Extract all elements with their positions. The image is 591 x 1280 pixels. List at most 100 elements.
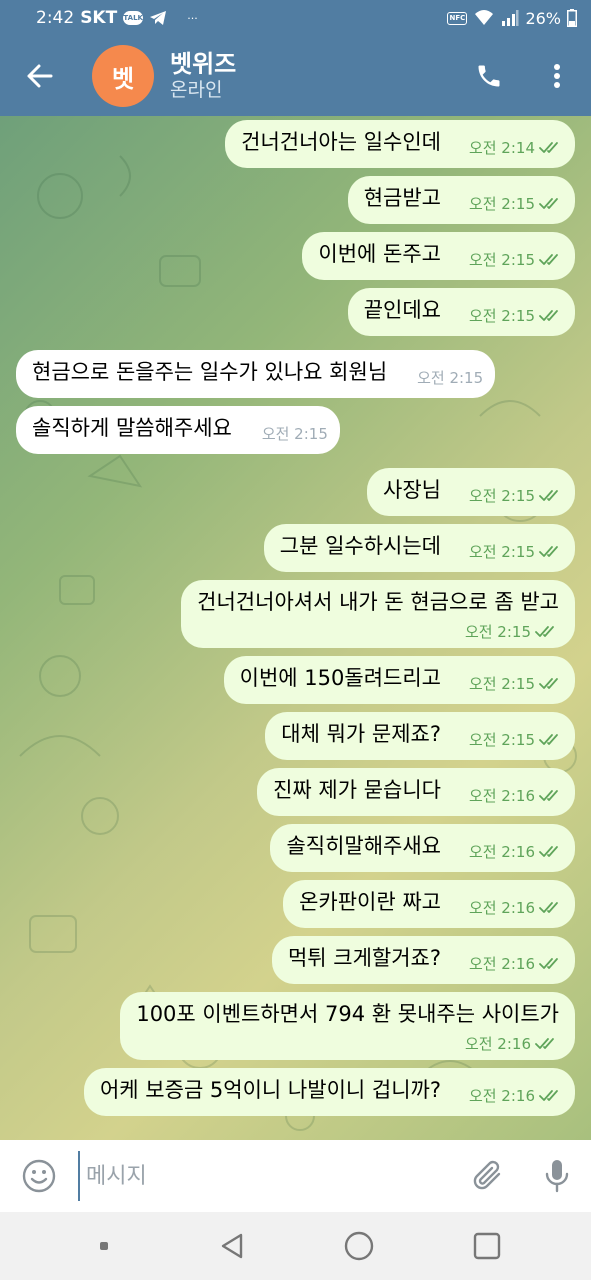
microphone-icon: [545, 1160, 569, 1193]
system-nav-bar: [0, 1212, 591, 1280]
double-check-icon: [539, 678, 558, 689]
message-meta: 오전 2:16: [469, 838, 563, 866]
nav-back-button[interactable]: [202, 1216, 262, 1276]
chat-header: 벳 벳위즈 온라인: [0, 36, 591, 116]
signal-icon: [501, 10, 519, 26]
double-check-icon: [535, 1038, 554, 1049]
message-meta: 오전 2:16: [469, 1082, 563, 1110]
chat-title-block[interactable]: 벳위즈 온라인: [170, 50, 236, 102]
message-time: 오전 2:16: [468, 843, 535, 861]
outgoing-message[interactable]: 온카판이란 짜고 오전 2:16: [283, 880, 575, 928]
double-check-icon: [539, 958, 558, 969]
double-check-icon: [539, 310, 558, 321]
double-check-icon: [539, 490, 558, 501]
message-time: 오전 2:15: [468, 251, 535, 269]
kakaotalk-icon: TALK: [123, 11, 144, 25]
outgoing-message[interactable]: 이번에 돈주고 오전 2:15: [302, 232, 575, 280]
message-meta: 오전 2:15: [469, 538, 563, 566]
attach-button[interactable]: [455, 1140, 523, 1212]
message-meta: 오전 2:16: [136, 1030, 559, 1058]
battery-percent: 26%: [525, 8, 561, 28]
message-meta: 오전 2:15: [469, 246, 563, 274]
message-time: 오전 2:15: [261, 425, 328, 443]
message-text: 100포 이벤트하면서 794 환 못내주는 사이트가: [136, 1002, 559, 1026]
nfc-icon: NFC: [447, 11, 468, 25]
outgoing-message[interactable]: 100포 이벤트하면서 794 환 못내주는 사이트가오전 2:16: [120, 992, 575, 1060]
smile-icon: [22, 1159, 56, 1193]
message-meta: 오전 2:15: [469, 482, 563, 510]
emoji-button[interactable]: [0, 1140, 78, 1212]
chat-messages-area[interactable]: 건너건너아는 일수인데 오전 2:14 현금받고 오전 2:15 이번에 돈주고 오전 2…: [0, 116, 591, 1140]
message-meta: 오전 2:15: [469, 726, 563, 754]
outgoing-message[interactable]: 진짜 제가 묻습니다 오전 2:16: [257, 768, 575, 816]
voice-record-button[interactable]: [523, 1140, 591, 1212]
outgoing-message[interactable]: 먹튀 크게할거죠? 오전 2:16: [271, 936, 575, 984]
more-vertical-icon: [554, 64, 560, 88]
nav-back-icon: [221, 1233, 242, 1259]
message-time: 오전 2:15: [468, 731, 535, 749]
outgoing-message[interactable]: 건너건너아는 일수인데 오전 2:14: [225, 120, 575, 168]
message-meta: 오전 2:15: [469, 302, 563, 330]
message-meta: 오전 2:15: [469, 190, 563, 218]
outgoing-message[interactable]: 이번에 150돌려드리고 오전 2:15: [223, 656, 575, 704]
message-input[interactable]: [78, 1151, 455, 1201]
outgoing-message[interactable]: 그분 일수하시는데 오전 2:15: [263, 524, 575, 572]
message-time: 오전 2:14: [468, 139, 535, 157]
message-time: 오전 2:16: [468, 1087, 535, 1105]
double-check-icon: [539, 546, 558, 557]
chat-status: 온라인: [170, 79, 223, 101]
double-check-icon: [539, 846, 558, 857]
message-time: 오전 2:15: [468, 487, 535, 505]
message-time: 오전 2:16: [468, 899, 535, 917]
battery-icon: [567, 9, 577, 27]
message-time: 오전 2:16: [468, 787, 535, 805]
paperclip-icon: [473, 1160, 501, 1190]
double-check-icon: [539, 734, 558, 745]
message-meta: 오전 2:15: [262, 420, 328, 448]
nav-recents-button[interactable]: [457, 1216, 517, 1276]
message-meta: 오전 2:14: [469, 134, 563, 162]
message-meta: 오전 2:16: [469, 782, 563, 810]
status-bar: 2:42 SKT TALK ··· NFC 26%: [0, 0, 591, 36]
back-button[interactable]: [0, 36, 78, 116]
incoming-message[interactable]: 현금으로 돈을주는 일수가 있나요 회원님 오전 2:15: [16, 350, 496, 398]
nav-home-icon: [345, 1231, 374, 1261]
message-time: 오전 2:15: [417, 369, 484, 387]
phone-icon: [478, 65, 500, 87]
message-time: 오전 2:15: [468, 543, 535, 561]
message-time: 오전 2:16: [468, 955, 535, 973]
avatar[interactable]: 벳: [92, 45, 154, 107]
message-time: 오전 2:15: [464, 623, 531, 641]
nav-dot-icon: [99, 1242, 108, 1250]
double-check-icon: [539, 902, 558, 913]
message-time: 오전 2:15: [468, 195, 535, 213]
nav-recents-icon: [473, 1232, 501, 1260]
message-meta: 오전 2:16: [469, 894, 563, 922]
nav-dot-button[interactable]: [74, 1216, 134, 1276]
message-time: 오전 2:16: [464, 1035, 531, 1053]
outgoing-message[interactable]: 사장님 오전 2:15: [367, 468, 575, 516]
double-check-icon: [539, 1090, 558, 1101]
outgoing-message[interactable]: 현금받고 오전 2:15: [347, 176, 575, 224]
chat-title: 벳위즈: [170, 50, 237, 78]
call-button[interactable]: [455, 36, 523, 116]
message-text: 건너건너아셔서 내가 돈 현금으로 좀 받고: [197, 590, 559, 614]
wifi-icon: [473, 9, 495, 27]
double-check-icon: [535, 626, 554, 637]
status-carrier: SKT: [80, 8, 118, 28]
double-check-icon: [539, 142, 558, 153]
message-time: 오전 2:15: [468, 307, 535, 325]
outgoing-message[interactable]: 끝인데요 오전 2:15: [347, 288, 575, 336]
message-composer: [0, 1140, 591, 1212]
outgoing-message[interactable]: 어케 보증금 5억이니 나발이니 겁니까? 오전 2:16: [83, 1068, 575, 1116]
outgoing-message[interactable]: 솔직히말해주새요 오전 2:16: [270, 824, 575, 872]
message-meta: 오전 2:15: [469, 670, 563, 698]
message-meta: 오전 2:15: [197, 618, 559, 646]
more-options-button[interactable]: [523, 36, 591, 116]
double-check-icon: [539, 790, 558, 801]
outgoing-message[interactable]: 대체 뭐가 문제죠? 오전 2:15: [265, 712, 575, 760]
incoming-message[interactable]: 솔직하게 말씀해주세요 오전 2:15: [16, 406, 340, 454]
nav-home-button[interactable]: [329, 1216, 389, 1276]
outgoing-message[interactable]: 건너건너아셔서 내가 돈 현금으로 좀 받고오전 2:15: [181, 580, 575, 648]
status-time: 2:42: [36, 8, 75, 28]
